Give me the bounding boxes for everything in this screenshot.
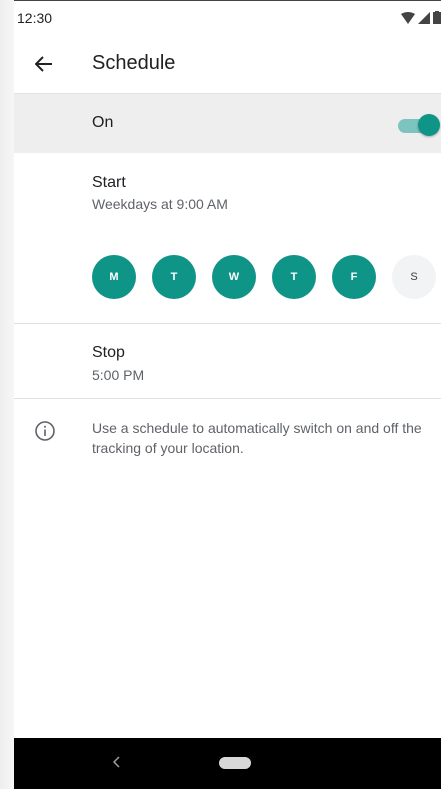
day-monday[interactable]: M	[92, 255, 136, 299]
day-saturday[interactable]: S	[392, 255, 436, 299]
signal-icon	[418, 11, 430, 24]
wifi-icon	[401, 11, 415, 24]
divider	[14, 323, 441, 324]
start-subtitle: Weekdays at 9:00 AM	[92, 196, 228, 212]
nav-home-button[interactable]	[219, 757, 251, 769]
stop-subtitle: 5:00 PM	[92, 367, 145, 383]
info-icon	[35, 421, 55, 441]
day-tuesday[interactable]: T	[152, 255, 196, 299]
info-text: Use a schedule to automatically switch o…	[92, 420, 422, 456]
arrow-left-icon	[35, 56, 52, 72]
status-icons	[401, 11, 441, 24]
day-thursday[interactable]: T	[272, 255, 316, 299]
stop-title: Stop	[92, 344, 125, 361]
divider	[14, 398, 441, 399]
nav-back-button[interactable]	[106, 752, 126, 772]
day-wednesday[interactable]: W	[212, 255, 256, 299]
page-title: Schedule	[92, 52, 176, 74]
on-label: On	[92, 114, 114, 131]
day-selector: M T W T F S	[92, 255, 441, 299]
app-bar: Schedule	[14, 32, 441, 92]
back-button[interactable]	[30, 50, 58, 78]
screen-edge	[0, 0, 14, 789]
day-friday[interactable]: F	[332, 255, 376, 299]
chevron-left-icon	[112, 756, 120, 768]
system-nav-bar	[14, 738, 441, 789]
start-setting[interactable]: Start Weekdays at 9:00 AM	[14, 160, 441, 230]
status-bar: 12:30	[14, 0, 441, 32]
start-title: Start	[92, 174, 126, 191]
info-section: Use a schedule to automatically switch o…	[14, 404, 441, 474]
schedule-on-row[interactable]: On	[14, 93, 441, 153]
schedule-toggle[interactable]	[398, 114, 440, 136]
status-time: 12:30	[17, 10, 53, 26]
toggle-thumb	[418, 114, 440, 136]
app-screen: 12:30 Schedule On Start Weekdays at 9:00…	[14, 0, 441, 789]
battery-icon	[433, 11, 441, 24]
stop-setting[interactable]: Stop 5:00 PM	[14, 330, 441, 400]
